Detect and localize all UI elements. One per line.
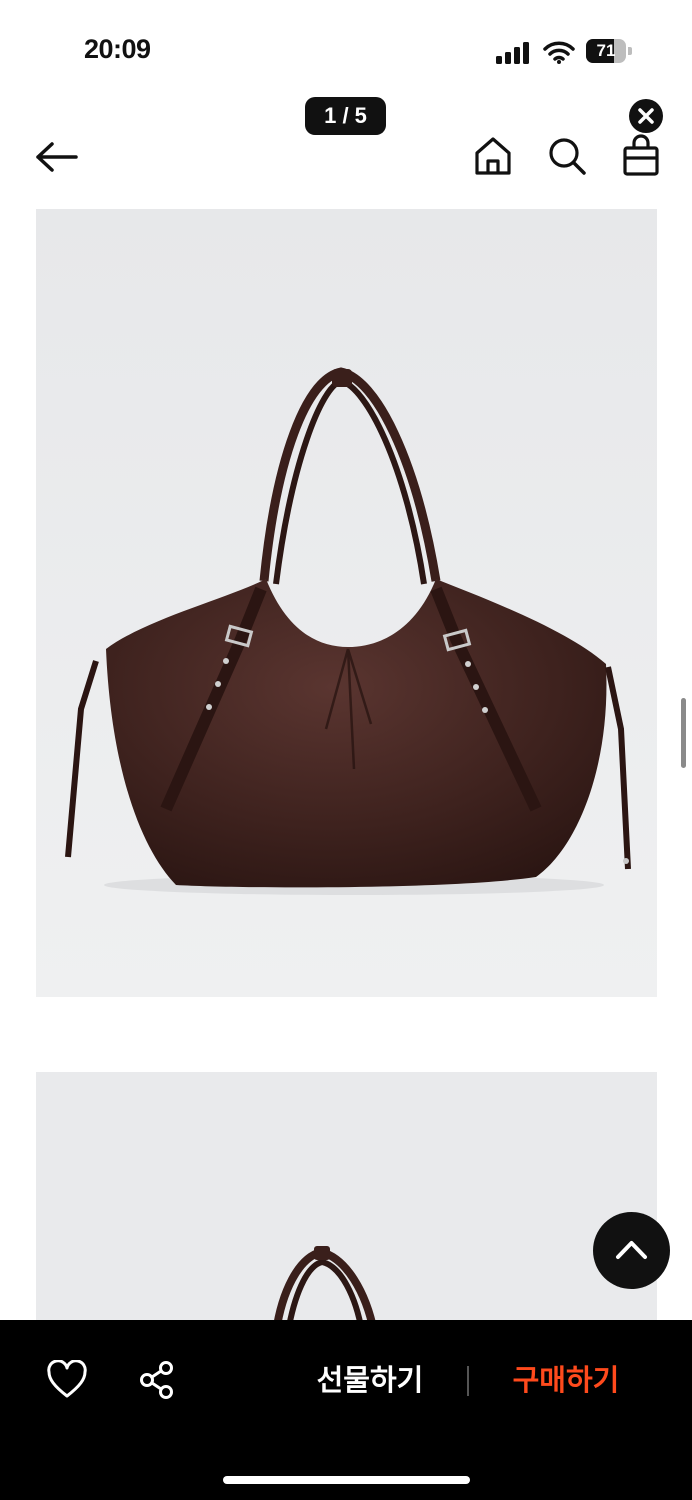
- home-button[interactable]: [474, 136, 512, 176]
- share-icon: [140, 1361, 173, 1399]
- wifi-icon: [543, 40, 575, 64]
- status-bar: 20:09 71: [0, 0, 692, 100]
- header: [0, 128, 692, 188]
- cart-button[interactable]: [622, 134, 660, 176]
- buy-button[interactable]: 구매하기: [498, 1358, 634, 1404]
- handbag-illustration: [36, 209, 657, 997]
- gift-button[interactable]: 선물하기: [300, 1358, 440, 1404]
- back-button[interactable]: [34, 140, 80, 174]
- shopping-bag-icon: [623, 134, 659, 176]
- product-image[interactable]: [36, 209, 657, 997]
- divider: [467, 1366, 469, 1396]
- product-image-next[interactable]: [36, 1072, 657, 1332]
- chevron-up-icon: [616, 1241, 647, 1259]
- scroll-top-button[interactable]: [593, 1212, 670, 1289]
- like-button[interactable]: [46, 1360, 88, 1400]
- status-time: 20:09: [84, 34, 151, 64]
- battery-icon: 71: [586, 39, 634, 63]
- battery-level: 71: [596, 41, 616, 60]
- search-button[interactable]: [547, 136, 587, 176]
- bottom-action-bar: 선물하기 구매하기: [0, 1320, 692, 1500]
- signal-icon: [496, 42, 532, 64]
- scroll-indicator[interactable]: [681, 698, 686, 768]
- back-arrow-icon: [36, 142, 78, 172]
- home-icon: [475, 137, 511, 175]
- share-button[interactable]: [138, 1360, 178, 1400]
- home-indicator: [223, 1476, 470, 1484]
- handbag-illustration: [36, 1072, 657, 1332]
- heart-icon: [47, 1360, 87, 1398]
- search-icon: [549, 138, 586, 175]
